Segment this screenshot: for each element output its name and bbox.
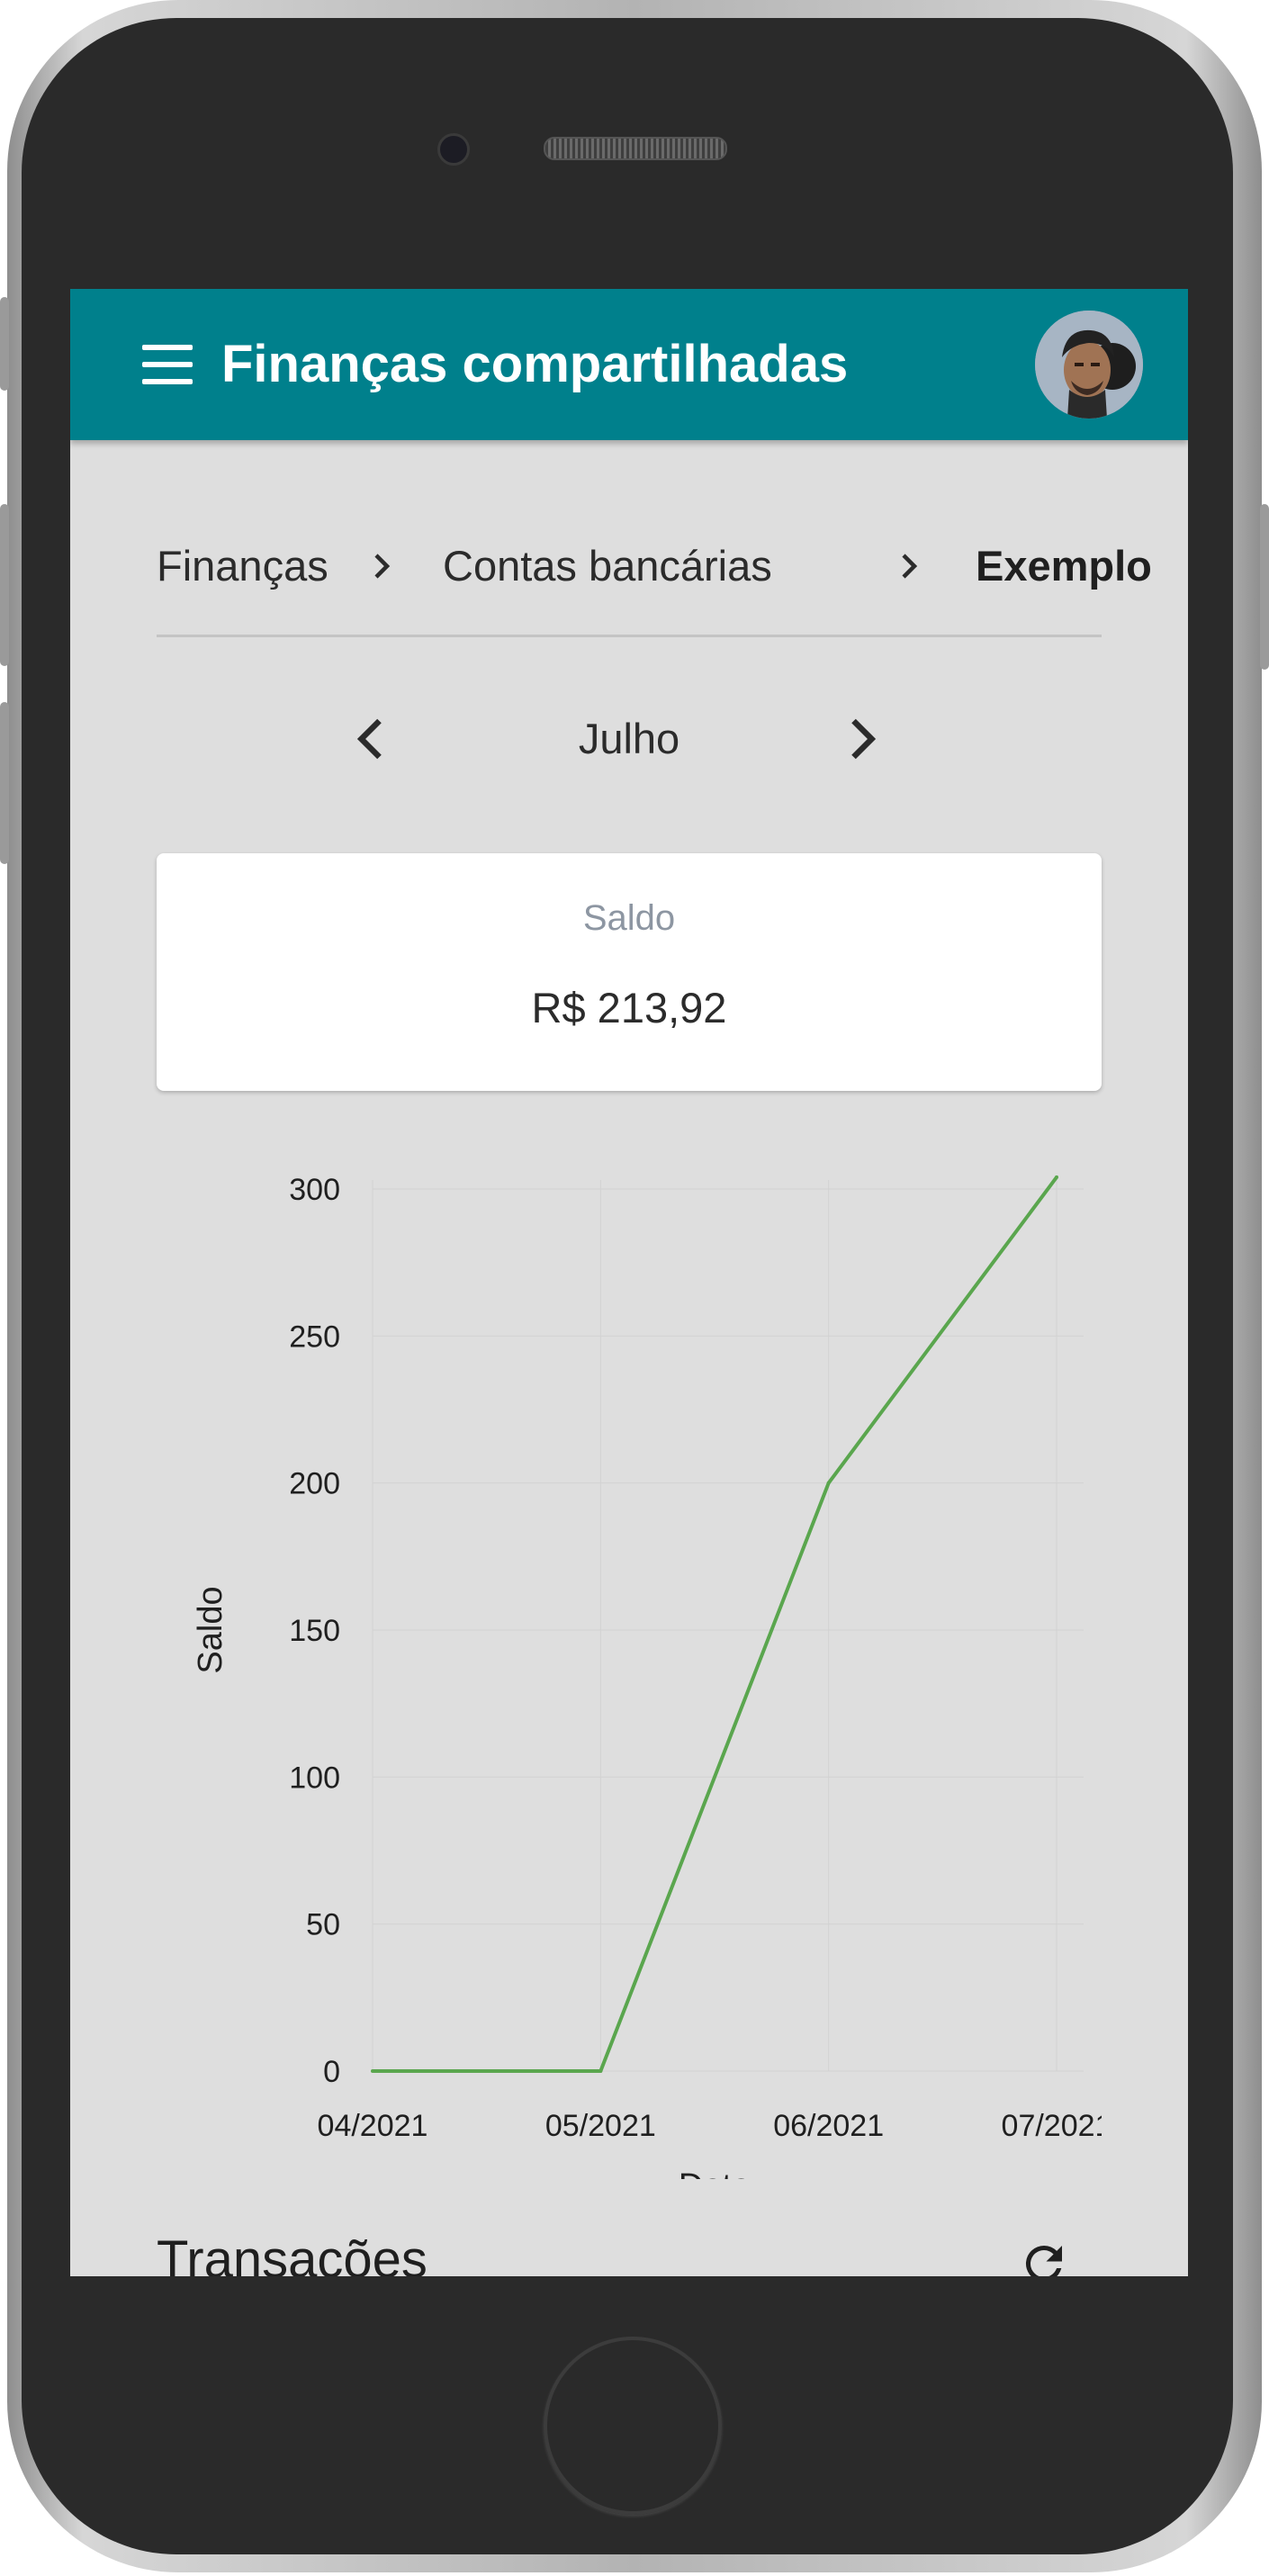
x-tick-label: 05/2021 [545, 2109, 656, 2143]
balance-data-point [826, 1481, 831, 1485]
balance-line-chart: 0 50 100 150 200 250 300 04/2021 05/2021 06/2021 0… [192, 1173, 1102, 2179]
balance-data-point [598, 2069, 603, 2073]
y-tick-label: 200 [289, 1467, 340, 1501]
month-label: Julho [578, 715, 680, 762]
balance-card: Saldo R$ 213,92 [157, 853, 1102, 1091]
x-tick-label: 04/2021 [318, 2109, 428, 2143]
app-bar: Finanças compartilhadas [70, 289, 1188, 440]
y-tick-label: 150 [289, 1614, 340, 1648]
earpiece-speaker [544, 137, 727, 160]
refresh-icon[interactable] [1017, 2237, 1071, 2276]
breadcrumb-divider [157, 635, 1102, 637]
balance-series-line [373, 1175, 1058, 2073]
front-camera [437, 133, 470, 166]
breadcrumb-item-exemplo: Exemplo [976, 542, 1152, 590]
chevron-right-icon[interactable] [833, 712, 887, 766]
app-title: Finanças compartilhadas [221, 335, 849, 393]
phone-power-button [1260, 504, 1269, 670]
breadcrumb-item-contas-bancarias[interactable]: Contas bancárias [443, 534, 772, 599]
breadcrumb: Finanças Contas bancárias Exemplo [157, 534, 1152, 599]
chevron-left-icon[interactable] [346, 712, 400, 766]
breadcrumb-item-financas[interactable]: Finanças [157, 534, 328, 599]
x-tick-label: 06/2021 [773, 2109, 884, 2143]
transactions-title: Transações [157, 2230, 428, 2276]
y-tick-label: 250 [289, 1320, 340, 1354]
balance-data-point [371, 2069, 374, 2073]
balance-label: Saldo [582, 898, 676, 938]
y-axis-label: Saldo [192, 1586, 230, 1673]
chevron-right-icon [374, 554, 391, 579]
y-tick-label: 300 [289, 1173, 340, 1207]
home-button[interactable] [544, 2337, 722, 2515]
phone-side-button [0, 297, 9, 391]
balance-value: R$ 213,92 [531, 984, 727, 1031]
chevron-right-icon [902, 554, 918, 579]
balance-data-point [1055, 1175, 1058, 1179]
y-tick-label: 100 [289, 1761, 340, 1795]
phone-volume-up-button [0, 504, 9, 666]
x-axis-label: Data [679, 2167, 752, 2179]
y-tick-label: 50 [306, 1908, 340, 1942]
phone-volume-down-button [0, 702, 9, 864]
user-avatar[interactable] [1035, 311, 1143, 419]
menu-icon[interactable] [142, 345, 193, 384]
x-tick-label: 07/2021 [1002, 2109, 1102, 2143]
y-tick-label: 0 [323, 2055, 340, 2089]
app-screen: Finanças compartilhadas Finanças Contas … [70, 289, 1188, 2276]
